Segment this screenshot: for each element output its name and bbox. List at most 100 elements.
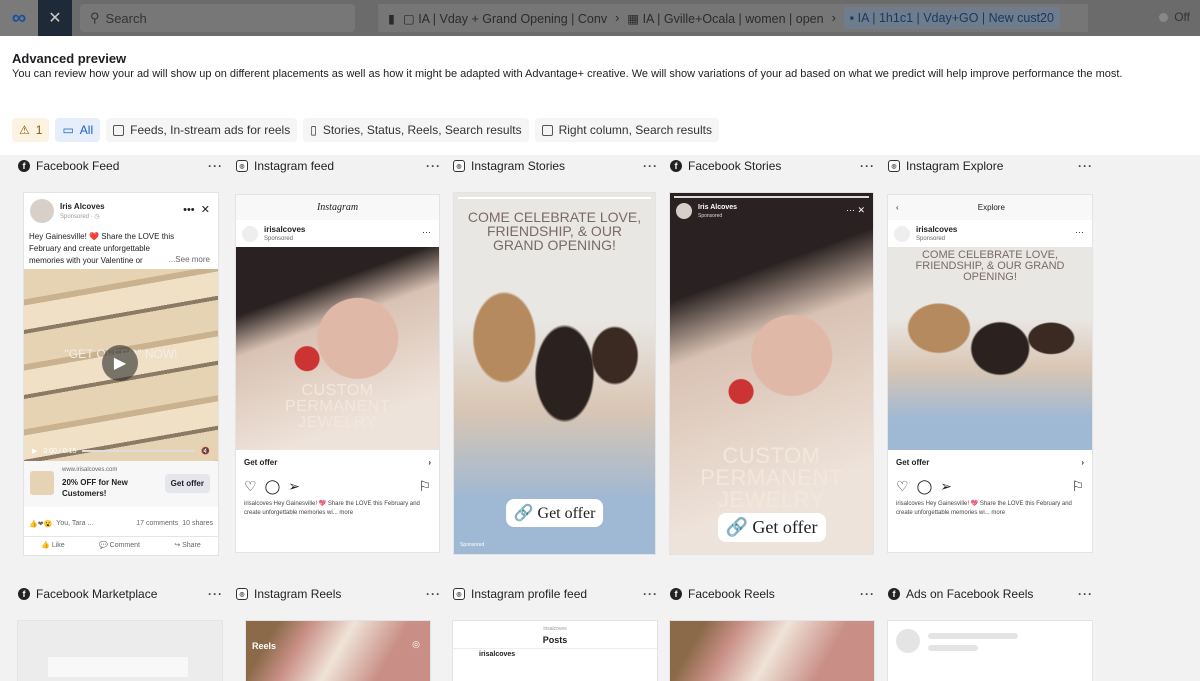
facebook-icon: f <box>670 160 682 172</box>
instagram-icon: ◎ <box>453 160 465 172</box>
instagram-stories-preview[interactable]: COME CELEBRATE LOVE, FRIENDSHIP, & OUR G… <box>454 193 655 554</box>
bookmark-icon[interactable]: ⚐ <box>418 478 431 495</box>
play-icon[interactable]: ▶ <box>102 345 138 381</box>
more-options-icon[interactable]: ··· <box>208 159 223 173</box>
instagram-icon: ◎ <box>888 160 900 172</box>
more-options-icon[interactable]: ··· <box>860 159 875 173</box>
more-options-icon[interactable]: ··· <box>422 227 431 237</box>
avatar <box>242 226 258 242</box>
facebook-marketplace-preview[interactable] <box>18 621 222 681</box>
more-options-icon[interactable]: ··· <box>1078 159 1093 173</box>
ads-on-facebook-reels-preview[interactable] <box>888 621 1092 681</box>
placement-header-instagram-feed: ◎ Instagram feed ··· <box>236 157 441 175</box>
placement-header-facebook-feed: f Facebook Feed ··· <box>18 157 223 175</box>
column-icon <box>541 124 553 136</box>
facebook-icon: f <box>670 588 682 600</box>
video-controls[interactable]: ▶ 0:00 / 0:15 🔇 <box>32 447 210 456</box>
ad-image: COME CELEBRATE LOVE, FRIENDSHIP, & OUR G… <box>888 247 1092 450</box>
phone-icon: ▯ <box>310 123 317 137</box>
search-input[interactable]: ⚲ Search <box>80 4 355 32</box>
more-options-icon[interactable]: ··· <box>1078 587 1093 601</box>
heart-icon[interactable]: ♡ <box>244 478 257 495</box>
mute-icon: 🔇 <box>201 448 210 455</box>
placement-header-instagram-explore: ◎ Instagram Explore ··· <box>888 157 1093 175</box>
placement-header-facebook-stories: f Facebook Stories ··· <box>670 157 875 175</box>
filter-all[interactable]: ▭ All <box>55 118 101 142</box>
more-options-icon[interactable]: ··· <box>860 587 875 601</box>
close-button[interactable]: ✕ <box>38 0 72 36</box>
instagram-feed-preview[interactable]: Instagram irisalcoves Sponsored ··· CUST… <box>236 195 439 552</box>
placement-header-facebook-marketplace: f Facebook Marketplace ··· <box>18 585 223 603</box>
sidebar-toggle-icon[interactable]: ▮ <box>388 11 395 26</box>
instagram-icon: ◎ <box>236 588 248 600</box>
placement-header-ads-on-facebook-reels: f Ads on Facebook Reels ··· <box>888 585 1093 603</box>
instagram-reels-preview[interactable]: Reels ◎ <box>246 621 430 681</box>
placement-header-facebook-reels: f Facebook Reels ··· <box>670 585 875 603</box>
facebook-feed-preview[interactable]: Iris Alcoves Sponsored · ◷ ••• ✕ Hey Gai… <box>24 193 218 555</box>
bookmark-icon[interactable]: ⚐ <box>1071 478 1084 495</box>
like-button[interactable]: 👍 Like <box>41 541 65 549</box>
ad-thumbnail <box>30 471 54 495</box>
instagram-icon: ◎ <box>236 160 248 172</box>
avatar <box>894 226 910 242</box>
heart-icon[interactable]: ♡ <box>896 478 909 495</box>
facebook-stories-preview[interactable]: Iris Alcoves Sponsored ··· ✕ CUSTOM PERM… <box>670 193 873 554</box>
placement-filters: ⚠ 1 ▭ All Feeds, In-stream ads for reels ▯… <box>12 118 719 142</box>
page-title: Advanced preview <box>12 51 127 66</box>
more-and-close-icons[interactable]: ··· ✕ <box>846 205 865 216</box>
get-offer-link[interactable]: Get offer › <box>244 458 431 467</box>
more-options-icon[interactable]: ··· <box>208 587 223 601</box>
reactions-icon: 👍❤😮 <box>29 521 53 528</box>
instagram-icon: ◎ <box>453 588 465 600</box>
more-options-icon[interactable]: ··· <box>643 587 658 601</box>
filter-feeds[interactable]: Feeds, In-stream ads for reels <box>106 118 298 142</box>
see-more-link[interactable]: ...See more <box>169 255 210 264</box>
preview-header: Advanced preview You can review how your… <box>0 36 1200 155</box>
warning-icon: ⚠ <box>19 123 30 137</box>
story-progress-bar <box>458 197 651 199</box>
story-progress-bar <box>674 196 869 198</box>
link-icon: 🔗 <box>513 505 534 522</box>
more-options-icon[interactable]: ··· <box>643 159 658 173</box>
status-toggle[interactable]: Off <box>1159 10 1190 24</box>
facebook-icon: f <box>18 160 30 172</box>
more-and-close-icons[interactable]: ••• ✕ <box>183 203 210 216</box>
search-icon: ⚲ <box>90 10 100 25</box>
instagram-explore-preview[interactable]: ‹ Explore irisalcoves Sponsored ··· COME … <box>888 195 1092 552</box>
share-icon[interactable]: ➢ <box>940 478 952 495</box>
get-offer-button[interactable]: 🔗 Get offer <box>505 499 604 527</box>
share-icon[interactable]: ➢ <box>288 478 300 495</box>
more-options-icon[interactable]: ··· <box>426 587 441 601</box>
filter-right-column[interactable]: Right column, Search results <box>534 118 719 142</box>
top-bar: ∞ ✕ ⚲ Search ▮ ▢ IA | Vday + Grand Openin… <box>0 0 1200 36</box>
link-icon: 🔗 <box>725 517 748 537</box>
avatar <box>676 203 692 219</box>
facebook-icon: f <box>18 588 30 600</box>
breadcrumb: ▮ ▢ IA | Vday + Grand Opening | Conv › ▦ … <box>378 4 1088 32</box>
ad-video[interactable]: "GET OFFER" NOW! ▶ ▶0:00 / 0:15🔇 <box>24 269 218 461</box>
share-button[interactable]: ↪ Share <box>174 541 201 549</box>
more-options-icon[interactable]: ··· <box>426 159 441 173</box>
camera-icon: ◎ <box>412 639 420 649</box>
warning-button[interactable]: ⚠ 1 <box>12 118 50 142</box>
ad-image: CUSTOM PERMANENT JEWELRY <box>236 247 439 450</box>
instagram-profile-feed-preview[interactable]: irisalcoves Posts irisalcoves <box>453 621 657 681</box>
feed-icon <box>113 124 125 136</box>
facebook-reels-preview[interactable] <box>670 621 874 681</box>
get-offer-link[interactable]: Get offer › <box>896 458 1084 467</box>
get-offer-button[interactable]: 🔗 Get offer <box>717 513 826 542</box>
get-offer-button[interactable]: Get offer <box>164 474 210 493</box>
comment-icon[interactable]: ◯ <box>265 478 281 495</box>
placement-header-instagram-reels: ◎ Instagram Reels ··· <box>236 585 441 603</box>
avatar <box>30 199 54 223</box>
comment-icon[interactable]: ◯ <box>917 478 933 495</box>
comment-button[interactable]: 💬 Comment <box>99 541 140 549</box>
filter-stories[interactable]: ▯ Stories, Status, Reels, Search results <box>303 118 529 142</box>
placement-header-instagram-stories: ◎ Instagram Stories ··· <box>453 157 658 175</box>
breadcrumb-adset[interactable]: ▦ IA | Gville+Ocala | women | open <box>627 11 823 26</box>
more-options-icon[interactable]: ··· <box>1075 227 1084 237</box>
engagement-summary: 👍❤😮 You, Tara ... 17 comments 10 shares <box>29 520 213 528</box>
placement-header-instagram-profile-feed: ◎ Instagram profile feed ··· <box>453 585 658 603</box>
breadcrumb-ad[interactable]: ▪ IA | 1h1c1 | Vday+GO | New cust20 <box>843 7 1060 29</box>
breadcrumb-campaign[interactable]: ▢ IA | Vday + Grand Opening | Conv <box>403 11 607 26</box>
